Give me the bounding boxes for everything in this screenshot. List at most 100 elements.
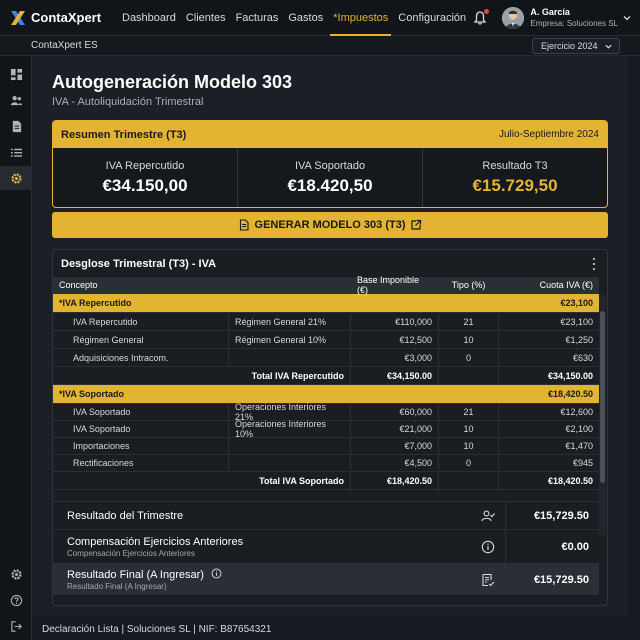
contaxpert-logo-icon	[11, 10, 25, 25]
summary-label: Resultado T3	[482, 160, 548, 172]
summary-iva-soportado: IVA Soportado €18.420,50	[238, 148, 423, 207]
user-info[interactable]: A. García Empresa: Soluciones SL	[530, 6, 618, 30]
cell-concepto: IVA Soportado	[53, 404, 229, 420]
list-icon	[10, 148, 22, 157]
fiscal-year-select[interactable]: Ejercicio 2024	[532, 38, 620, 54]
cell-concepto: IVA Repercutido	[53, 313, 229, 330]
rail-dashboard-button[interactable]	[0, 62, 32, 86]
cell-regimen	[229, 438, 351, 454]
table-row[interactable]: Régimen General Régimen General 10% €12,…	[53, 331, 599, 349]
document-icon	[12, 120, 21, 132]
breakdown-table: Concepto Base Imponible (€) Tipo (%) Cuo…	[53, 275, 599, 490]
result-final-row: Resultado Final (A Ingresar) Resultado F…	[53, 563, 599, 595]
summary-resultado: Resultado T3 €15.729,50	[423, 148, 607, 207]
column-divider	[505, 502, 506, 529]
cell-concepto: IVA Soportado	[53, 421, 229, 437]
cell-regimen: Operaciones Interiores 10%	[229, 419, 351, 439]
column-header: Tipo (%)	[439, 277, 499, 293]
result-label: Resultado del Trimestre	[67, 509, 184, 522]
cell-cuota: €23,100	[560, 316, 593, 327]
summary-value: €34.150,00	[102, 176, 188, 195]
total-row: Total IVA Repercutido €34,150.00 €34,150…	[53, 367, 599, 385]
side-rail	[0, 56, 32, 640]
info-icon[interactable]	[481, 540, 495, 554]
notifications-bell-icon[interactable]	[472, 9, 490, 26]
column-divider	[505, 530, 506, 563]
organization-name: ContaXpert ES	[31, 40, 98, 51]
rail-logout-button[interactable]	[0, 614, 32, 638]
section-amount: €18,420.50	[547, 389, 593, 399]
cell-concepto: Régimen General	[53, 331, 229, 348]
column-header: Concepto	[53, 277, 229, 293]
generate-modelo-303-button[interactable]: GENERAR MODELO 303 (T3)	[52, 212, 608, 238]
main-nav: Dashboard Clientes Facturas Gastos *Impu…	[117, 0, 471, 36]
cell-cuota: €12,600	[560, 407, 593, 417]
settings-icon	[10, 568, 22, 580]
summary-header: Resumen Trimestre (T3) Julio-Septiembre …	[53, 121, 607, 148]
column-header	[229, 277, 351, 293]
total-cuota: €18,420.50	[547, 475, 593, 486]
rail-settings-button[interactable]	[0, 166, 32, 190]
total-row: Total IVA Soportado €18,420.50 €18,420.5…	[53, 472, 599, 490]
user-company: Empresa: Soluciones SL	[530, 19, 618, 28]
cell-cuota: €2,100	[565, 424, 593, 434]
rail-documents-button[interactable]	[0, 114, 32, 138]
rail-users-button[interactable]	[0, 88, 32, 112]
rail-help-button[interactable]	[0, 588, 32, 612]
total-tipo	[439, 367, 499, 384]
info-icon[interactable]	[211, 568, 222, 579]
cell-concepto: Adquisiciones Intracom.	[53, 349, 229, 366]
context-bar: ContaXpert ES Ejercicio 2024	[0, 36, 640, 56]
summary-period: Julio-Septiembre 2024	[498, 129, 599, 140]
table-scrollbar[interactable]	[599, 295, 606, 535]
table-row[interactable]: Adquisiciones Intracom. €3,000 0 €630	[53, 349, 599, 367]
top-navigation: ContaXpert Dashboard Clientes Facturas G…	[0, 0, 640, 36]
status-footer: Declaración Lista | Soluciones SL | NIF:…	[32, 618, 640, 640]
cell-cuota: €630	[572, 352, 593, 363]
more-options-icon[interactable]	[589, 257, 599, 271]
table-row[interactable]: IVA Repercutido Régimen General 21% €110…	[53, 313, 599, 331]
result-label: Resultado Final (A Ingresar) Resultado F…	[67, 568, 222, 591]
breakdown-title: Desglose Trimestral (T3) - IVA	[61, 257, 217, 270]
column-header: Cuota IVA (€)	[539, 280, 593, 290]
cell-regimen	[229, 349, 351, 366]
cell-base: €4,500	[351, 455, 439, 471]
cell-regimen: Régimen General 10%	[229, 331, 351, 348]
quarter-summary-card: Resumen Trimestre (T3) Julio-Septiembre …	[52, 120, 608, 208]
nav-configuracion[interactable]: Configuración	[393, 0, 471, 36]
cell-tipo: 21	[439, 313, 499, 330]
logout-icon	[10, 620, 22, 632]
user-check-icon[interactable]	[481, 509, 495, 523]
section-iva-repercutido[interactable]: *IVA Repercutido €23,100	[53, 294, 599, 313]
nav-impuestos[interactable]: *Impuestos	[328, 0, 393, 36]
chevron-down-icon[interactable]	[622, 13, 632, 23]
table-row[interactable]: Rectificaciones €4,500 0 €945	[53, 455, 599, 472]
avatar[interactable]	[502, 7, 525, 29]
brand[interactable]: ContaXpert	[9, 9, 109, 27]
nav-gastos[interactable]: Gastos	[283, 0, 328, 36]
cell-concepto: Rectificaciones	[53, 455, 229, 471]
generate-button-label: GENERAR MODELO 303 (T3)	[254, 219, 406, 231]
result-compensation-row: Compensación Ejercicios Anteriores Compe…	[53, 529, 599, 563]
nav-dashboard[interactable]: Dashboard	[117, 0, 181, 36]
form-check-icon[interactable]	[481, 573, 495, 587]
cell-tipo: 10	[439, 438, 499, 454]
fiscal-year-value: Ejercicio 2024	[541, 41, 598, 51]
summary-iva-repercutido: IVA Repercutido €34.150,00	[53, 148, 238, 207]
scrollbar-thumb[interactable]	[600, 311, 605, 483]
result-sublabel: Resultado Final (A Ingresar)	[67, 582, 167, 591]
nav-facturas[interactable]: Facturas	[231, 0, 284, 36]
dashboard-icon	[10, 68, 22, 80]
table-row[interactable]: IVA Soportado Operaciones Interiores 10%…	[53, 419, 599, 439]
result-value: €15,729.50	[533, 509, 589, 522]
result-quarter-row: Resultado del Trimestre €15,729.50	[53, 501, 599, 529]
quarterly-breakdown-card: Desglose Trimestral (T3) - IVA Concepto …	[52, 249, 608, 606]
help-icon	[10, 594, 22, 606]
rail-bottom-settings-button[interactable]	[0, 562, 32, 586]
nav-clientes[interactable]: Clientes	[181, 0, 231, 36]
page-title: Autogeneración Modelo 303	[52, 72, 293, 92]
cell-cuota: €1,470	[565, 441, 593, 451]
table-row[interactable]: Importaciones €7,000 10 €1,470	[53, 438, 599, 455]
result-label: Compensación Ejercicios Anteriores Compe…	[67, 536, 243, 558]
rail-list-button[interactable]	[0, 140, 32, 164]
